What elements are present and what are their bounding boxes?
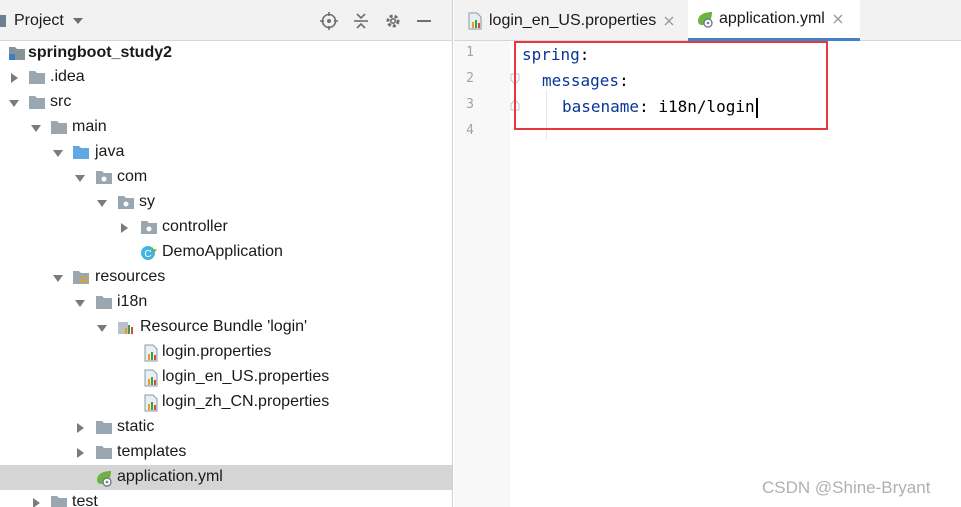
tree-item-label: controller <box>162 218 228 235</box>
tree-item-label: templates <box>117 443 187 460</box>
folder-icon <box>95 444 113 460</box>
project-panel: Project springboot_study2 .idea src main jav… <box>0 0 453 507</box>
minimize-icon[interactable] <box>416 12 432 30</box>
folder-icon <box>28 69 46 85</box>
tree-item-label: src <box>50 93 72 110</box>
properties-file-icon <box>142 344 160 362</box>
folder-icon <box>28 94 46 110</box>
chevron-down-icon[interactable] <box>52 146 64 158</box>
tree-item-label: login_zh_CN.properties <box>162 393 330 410</box>
tree-item[interactable]: C DemoApplication <box>0 240 452 265</box>
tree-item-label: i18n <box>117 293 148 310</box>
tree-item-label: DemoApplication <box>162 243 283 260</box>
tree-item-label: application.yml <box>117 468 223 485</box>
editor-tab-bar: login_en_US.properties application.yml <box>454 0 961 41</box>
package-icon <box>140 219 158 235</box>
tree-item[interactable]: login.properties <box>0 340 452 365</box>
chevron-down-icon[interactable] <box>96 321 108 333</box>
tree-item-label: .idea <box>50 68 85 85</box>
tree-item[interactable]: login_zh_CN.properties <box>0 390 452 415</box>
tree-item[interactable]: test <box>0 490 452 507</box>
tree-item[interactable]: java <box>0 140 452 165</box>
tree-item-label: com <box>117 168 148 185</box>
line-number: 1 <box>466 45 474 60</box>
tree-item[interactable]: templates <box>0 440 452 465</box>
folder-icon <box>95 419 113 435</box>
chevron-right-icon[interactable] <box>74 421 86 433</box>
chevron-down-icon[interactable] <box>74 296 86 308</box>
chevron-down-icon[interactable] <box>96 196 108 208</box>
tree-item-label: login.properties <box>162 343 272 360</box>
tree-item-label: sy <box>139 193 155 210</box>
source-folder-icon <box>72 144 90 160</box>
close-icon[interactable] <box>664 16 674 26</box>
locate-target-icon[interactable] <box>320 12 338 30</box>
module-folder-icon <box>8 45 26 61</box>
chevron-right-icon[interactable] <box>118 221 130 233</box>
collapse-all-icon[interactable] <box>352 12 370 30</box>
chevron-right-icon[interactable] <box>74 446 86 458</box>
svg-text:C: C <box>144 249 151 260</box>
tree-item[interactable]: application.yml <box>0 465 452 490</box>
tree-item[interactable]: src <box>0 90 452 115</box>
spring-class-icon: C <box>140 244 158 260</box>
chevron-down-icon[interactable] <box>8 96 20 108</box>
line-number: 3 <box>466 97 474 112</box>
line-number: 2 <box>466 71 474 86</box>
chevron-down-icon[interactable] <box>72 17 84 25</box>
properties-file-icon <box>142 369 160 387</box>
chevron-down-icon[interactable] <box>74 171 86 183</box>
gear-icon[interactable] <box>384 12 402 30</box>
tab-application-yml[interactable]: application.yml <box>688 0 860 41</box>
tree-item[interactable]: Resource Bundle 'login' <box>0 315 452 340</box>
tree-item[interactable]: login_en_US.properties <box>0 365 452 390</box>
yaml-file-icon <box>95 469 113 487</box>
annotation-highlight-box <box>514 41 828 130</box>
tree-item[interactable]: springboot_study2 <box>0 41 452 66</box>
tree-item[interactable]: sy <box>0 190 452 215</box>
tree-item-label: springboot_study2 <box>28 44 173 61</box>
project-view-selector[interactable]: Project <box>0 9 84 33</box>
properties-file-icon <box>142 394 160 412</box>
resources-folder-icon <box>72 269 90 285</box>
tree-item-label: login_en_US.properties <box>162 368 330 385</box>
tree-item-label: resources <box>95 268 166 285</box>
project-icon <box>0 15 6 27</box>
resource-bundle-icon <box>117 319 135 335</box>
tree-item[interactable]: static <box>0 415 452 440</box>
tree-item-label: java <box>95 143 125 160</box>
tree-item-label: main <box>72 118 107 135</box>
tab-login-en-us-properties[interactable]: login_en_US.properties <box>466 0 686 41</box>
chevron-down-icon[interactable] <box>52 271 64 283</box>
tree-item[interactable]: i18n <box>0 290 452 315</box>
tree-item[interactable]: .idea <box>0 65 452 90</box>
tab-label: login_en_US.properties <box>489 11 657 29</box>
tree-item[interactable]: resources <box>0 265 452 290</box>
package-icon <box>95 169 113 185</box>
tree-item-label: Resource Bundle 'login' <box>140 318 308 335</box>
yaml-file-icon <box>698 12 713 28</box>
properties-file-icon <box>468 12 482 29</box>
tree-item[interactable]: controller <box>0 215 452 240</box>
project-panel-header: Project <box>0 0 452 41</box>
tree-item[interactable]: com <box>0 165 452 190</box>
tree-item[interactable]: main <box>0 115 452 140</box>
tree-item-label: test <box>72 493 98 507</box>
package-icon <box>117 194 135 210</box>
project-panel-title: Project <box>14 12 64 29</box>
line-number: 4 <box>466 123 474 138</box>
tree-item-label: static <box>117 418 155 435</box>
chevron-right-icon[interactable] <box>8 71 20 83</box>
tab-label: application.yml <box>719 10 825 27</box>
folder-icon <box>95 294 113 310</box>
chevron-down-icon[interactable] <box>30 121 42 133</box>
editor-gutter: 1 2 3 4 <box>454 41 510 507</box>
folder-icon <box>50 494 68 507</box>
watermark: CSDN @Shine-Bryant <box>762 478 931 497</box>
chevron-right-icon[interactable] <box>30 496 42 507</box>
folder-icon <box>50 119 68 135</box>
close-icon[interactable] <box>833 14 843 24</box>
project-panel-toolbar <box>320 12 446 30</box>
